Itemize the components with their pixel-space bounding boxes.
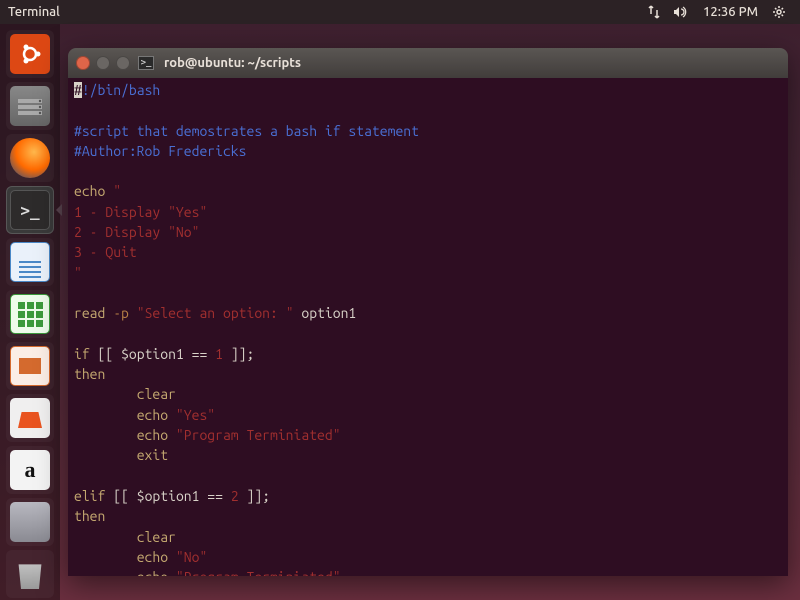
editor-viewport[interactable]: #!/bin/bash #script that demostrates a b… <box>68 78 788 576</box>
sound-indicator-icon[interactable] <box>673 5 689 19</box>
window-title: rob@ubuntu: ~/scripts <box>164 56 301 70</box>
cursor: # <box>74 82 82 98</box>
writer-icon <box>10 242 50 282</box>
code-comment: #Author:Rob Fredericks <box>74 143 246 159</box>
terminal-icon: >_ <box>10 190 50 230</box>
launcher-software[interactable] <box>6 394 54 442</box>
launcher-amazon[interactable]: a <box>6 446 54 494</box>
window-maximize-button[interactable] <box>116 56 130 70</box>
launcher-writer[interactable] <box>6 238 54 286</box>
code-comment: #script that demostrates a bash if state… <box>74 123 419 139</box>
clock[interactable]: 12:36 PM <box>703 5 758 19</box>
top-menubar: Terminal 12:36 PM <box>0 0 800 24</box>
system-gear-icon[interactable] <box>772 5 786 19</box>
launcher-terminal[interactable]: >_ <box>6 186 54 234</box>
launcher-devices[interactable] <box>6 498 54 546</box>
network-indicator-icon[interactable] <box>647 5 661 19</box>
software-center-icon <box>10 398 50 438</box>
launcher-calc[interactable] <box>6 290 54 338</box>
window-titlebar[interactable]: >_ rob@ubuntu: ~/scripts <box>68 48 788 78</box>
devices-icon <box>10 502 50 542</box>
firefox-icon <box>10 138 50 178</box>
terminal-titlebar-icon: >_ <box>138 56 154 70</box>
calc-icon <box>10 294 50 334</box>
launcher-trash[interactable] <box>6 550 54 598</box>
unity-launcher: >_ a <box>0 24 60 600</box>
launcher-files[interactable] <box>6 82 54 130</box>
launcher-impress[interactable] <box>6 342 54 390</box>
impress-icon <box>10 346 50 386</box>
ubuntu-logo-icon <box>10 34 50 74</box>
window-close-button[interactable] <box>76 56 90 70</box>
active-app-title: Terminal <box>8 5 60 19</box>
amazon-icon: a <box>10 450 50 490</box>
terminal-window: >_ rob@ubuntu: ~/scripts #!/bin/bash #sc… <box>68 48 788 576</box>
window-minimize-button[interactable] <box>96 56 110 70</box>
trash-icon <box>10 554 50 594</box>
launcher-dash[interactable] <box>6 30 54 78</box>
files-icon <box>10 86 50 126</box>
launcher-firefox[interactable] <box>6 134 54 182</box>
